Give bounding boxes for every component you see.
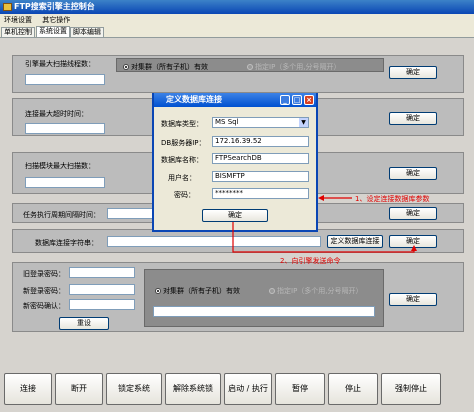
step2-annotation: 2、向引擎发送命令 — [280, 257, 341, 265]
scope-radio-group: 对集群（所有子机）有效 指定IP（多个用,分号隔开） — [116, 58, 384, 72]
max-scan-threads-label: 引擎最大扫描线程数： — [25, 60, 95, 68]
db-password-input[interactable]: ******** — [212, 188, 309, 199]
old-password-input[interactable] — [69, 267, 135, 278]
maximize-icon[interactable]: □ — [292, 95, 302, 105]
db-name-input[interactable]: FTPSearchDB — [212, 153, 309, 164]
tab-system-settings[interactable]: 系统设置 — [36, 26, 70, 37]
old-password-label: 旧登录密码： — [23, 270, 65, 278]
confirm-password-label: 新密码确认： — [23, 302, 65, 310]
start-execute-button[interactable]: 启动 / 执行 — [224, 373, 272, 405]
db-type-select[interactable]: MS Sql ▼ — [212, 117, 309, 128]
password-ip-input[interactable] — [153, 306, 375, 317]
disconnect-button[interactable]: 断开 — [55, 373, 103, 405]
new-password-label: 新登录密码： — [23, 287, 65, 295]
scan-threads-panel: 引擎最大扫描线程数： 对集群（所有子机）有效 指定IP（多个用,分号隔开） 确定 — [12, 55, 464, 93]
connect-timeout-input[interactable] — [25, 123, 105, 134]
bottom-action-bar: 连接 断开 锁定系统 解除系统锁 启动 / 执行 暂停 停止 强制停止 — [0, 368, 474, 412]
dialog-title: 定义数据库连接 — [166, 95, 222, 104]
max-scan-threads-input[interactable] — [25, 74, 105, 85]
chevron-down-icon[interactable]: ▼ — [299, 118, 308, 127]
max-scan-blocks-label: 扫描模块最大扫描数： — [25, 162, 95, 170]
db-conn-label: 数据库连接字符串： — [35, 239, 98, 247]
confirm-password-input[interactable] — [69, 299, 135, 310]
server-ip-input[interactable]: 172.16.39.52 — [212, 136, 309, 147]
radio-specified-ip[interactable]: 指定IP（多个用,分号隔开） — [247, 62, 341, 72]
task-interval-label: 任务执行周期间隔时间： — [23, 211, 100, 219]
connect-button[interactable]: 连接 — [4, 373, 52, 405]
dialog-title-bar: 定义数据库连接 _ □ × — [154, 93, 316, 107]
reset-password-button[interactable]: 重设 — [59, 317, 109, 330]
window-title-bar: FTP搜索引擎主控制台 — [0, 0, 474, 14]
password-radio-specified-ip[interactable]: 指定IP（多个用,分号隔开） — [269, 286, 363, 296]
step1-annotation: 1、设定连接数据库参数 — [355, 195, 430, 203]
pause-button[interactable]: 暂停 — [275, 373, 325, 405]
lock-system-button[interactable]: 锁定系统 — [106, 373, 162, 405]
password-scope-group: 对集群（所有子机）有效 指定IP（多个用,分号隔开） — [144, 269, 384, 327]
minimize-icon[interactable]: _ — [280, 95, 290, 105]
app-icon — [3, 3, 12, 11]
tab-single-control[interactable]: 单机控制 — [1, 27, 35, 37]
db-conn-string-input[interactable] — [107, 236, 321, 247]
db-name-label: 数据库名称： — [161, 156, 203, 164]
confirm-db-conn-button[interactable]: 确定 — [389, 235, 437, 248]
max-scan-blocks-input[interactable] — [25, 177, 105, 188]
connect-timeout-label: 连接最大超时时间： — [25, 110, 88, 118]
radio-all-nodes[interactable]: 对集群（所有子机）有效 — [123, 62, 208, 72]
dialog-confirm-button[interactable]: 确定 — [202, 209, 268, 222]
new-password-input[interactable] — [69, 284, 135, 295]
db-password-label: 密码： — [174, 191, 195, 199]
username-input[interactable]: BISMFTP — [212, 171, 309, 182]
confirm-password-button[interactable]: 确定 — [389, 293, 437, 306]
menu-item-env-settings[interactable]: 环境设置 — [0, 16, 36, 24]
confirm-scan-threads-button[interactable]: 确定 — [389, 66, 437, 79]
username-label: 用户名： — [168, 174, 196, 182]
unlock-system-button[interactable]: 解除系统锁 — [165, 373, 221, 405]
db-connection-panel: 数据库连接字符串： 定义数据库连接 确定 — [12, 229, 464, 253]
window-title: FTP搜索引擎主控制台 — [14, 2, 95, 11]
db-type-label: 数据库类型： — [161, 120, 203, 128]
password-radio-all-nodes[interactable]: 对集群（所有子机）有效 — [155, 286, 240, 296]
task-interval-input[interactable] — [107, 208, 153, 219]
server-ip-label: DB服务器IP： — [161, 139, 206, 147]
menu-item-other-ops[interactable]: 其它操作 — [38, 16, 74, 24]
password-panel: 旧登录密码： 新登录密码： 新密码确认： 重设 对集群（所有子机）有效 指定IP… — [12, 262, 464, 332]
confirm-task-interval-button[interactable]: 确定 — [389, 207, 437, 220]
define-db-connection-dialog: 定义数据库连接 _ □ × 数据库类型： MS Sql ▼ DB服务器IP： 1… — [152, 93, 318, 232]
close-icon[interactable]: × — [304, 95, 314, 105]
stop-button[interactable]: 停止 — [328, 373, 378, 405]
confirm-scan-blocks-button[interactable]: 确定 — [389, 167, 437, 180]
menu-bar: 环境设置 其它操作 — [0, 14, 474, 26]
force-stop-button[interactable]: 强制停止 — [381, 373, 441, 405]
tab-script-edit[interactable]: 脚本编辑 — [70, 27, 104, 37]
define-db-conn-button[interactable]: 定义数据库连接 — [327, 235, 383, 248]
tab-bar: 单机控制 系统设置 脚本编辑 — [0, 26, 474, 37]
confirm-timeout-button[interactable]: 确定 — [389, 112, 437, 125]
